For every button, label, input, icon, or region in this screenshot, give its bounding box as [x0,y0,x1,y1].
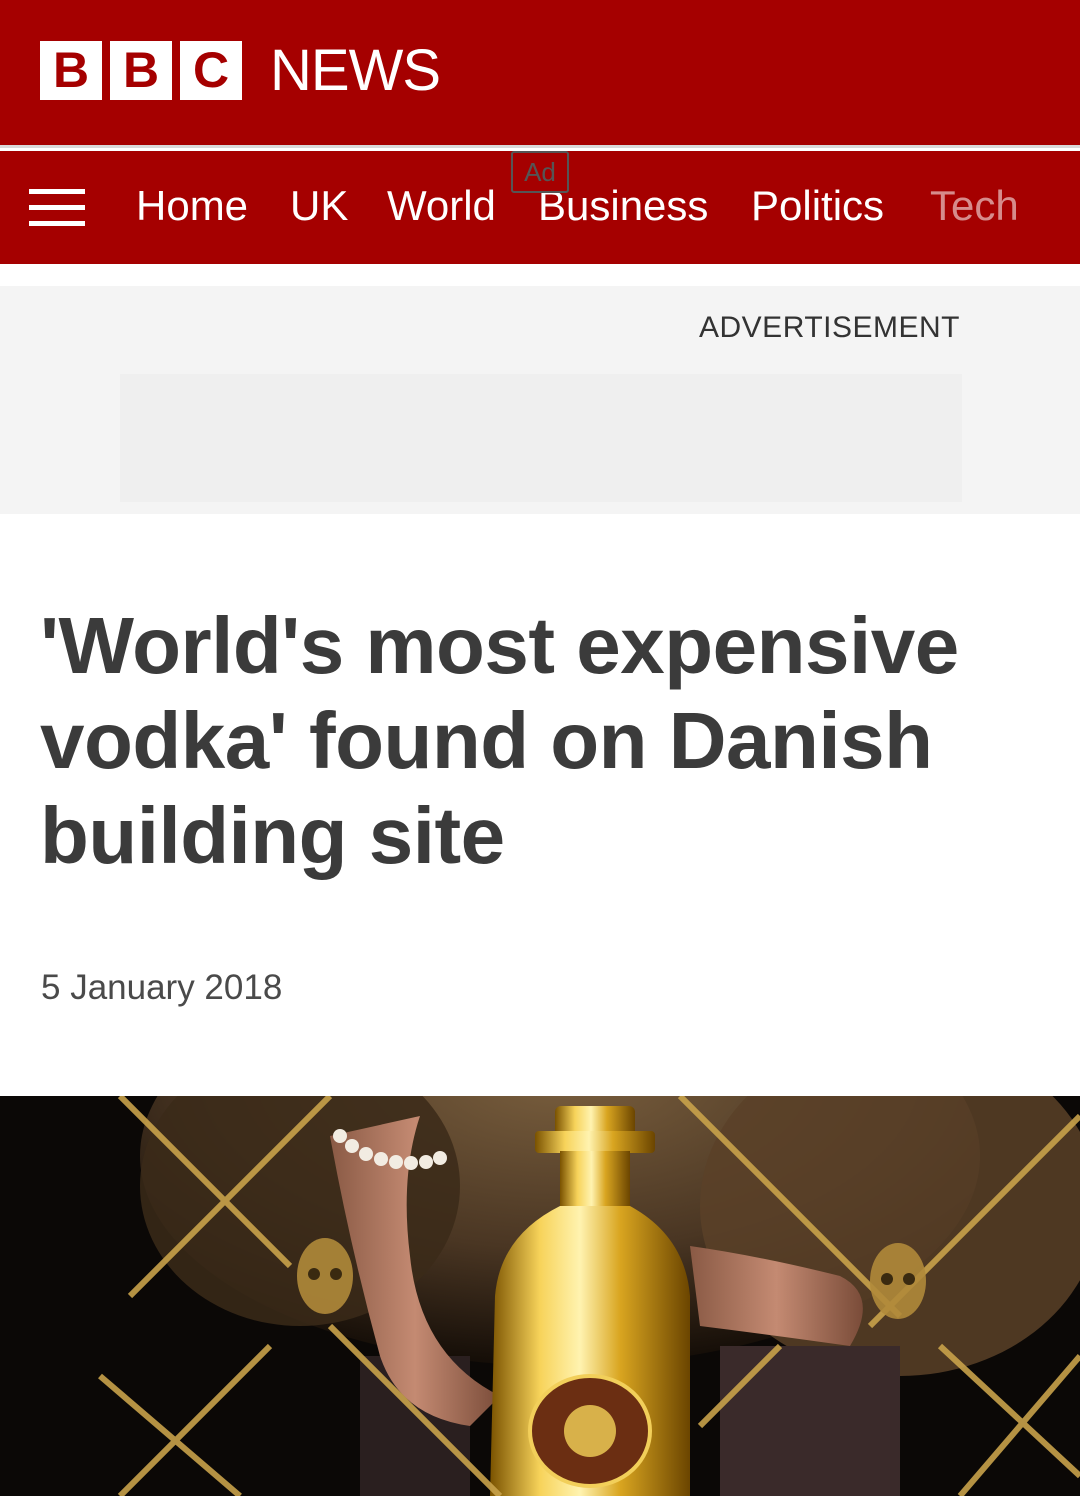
vodka-bottle-photo[interactable] [0,1096,1080,1496]
hero-illustration [0,1096,1080,1496]
advertisement-label: ADVERTISEMENT [699,311,960,344]
nav-item-home[interactable]: Home [136,181,248,231]
nav-item-tech[interactable]: Tech [930,181,1019,231]
masthead: B B C NEWS [0,0,1080,148]
article-date: 5 January 2018 [41,968,283,1007]
news-wordmark[interactable]: NEWS [270,40,441,102]
nav-item-world[interactable]: World [387,181,496,231]
bbc-logo-letter: B [110,41,172,100]
bbc-logo-letter: C [180,41,242,100]
nav-item-politics[interactable]: Politics [751,181,884,231]
hamburger-menu-icon[interactable] [29,189,85,227]
advertisement-section: ADVERTISEMENT [0,264,1080,514]
bbc-news-article-page: B B C NEWS Home UK World Business Politi… [0,0,1080,1496]
bbc-logo[interactable]: B B C [40,41,242,100]
ad-badge: Ad [511,151,569,193]
article-headline: 'World's most expensive vodka' found on … [40,601,959,880]
ad-slot[interactable] [120,374,962,502]
bbc-logo-letter: B [40,41,102,100]
nav-item-uk[interactable]: UK [290,181,348,231]
